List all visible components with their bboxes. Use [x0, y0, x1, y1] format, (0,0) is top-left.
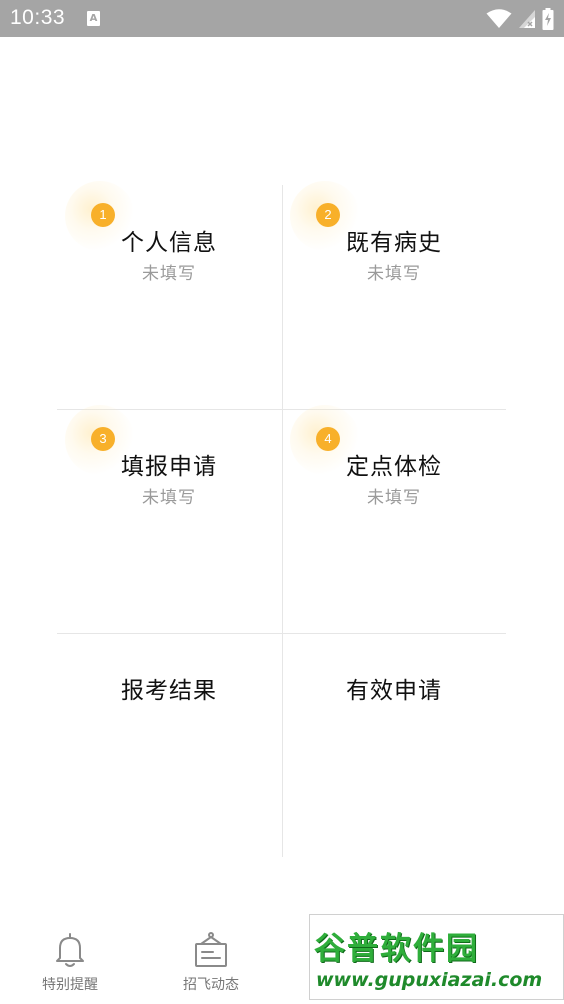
notification-a-icon: A — [87, 11, 100, 26]
menu-item-title: 个人信息 — [121, 230, 217, 256]
menu-item-exam-result[interactable]: 报考结果 — [57, 633, 281, 857]
menu-item-medical-history[interactable]: 2 既有病史 未填写 — [282, 181, 506, 409]
bell-icon — [20, 930, 120, 970]
watermark-url: www.gupuxiazai.com — [316, 969, 543, 991]
menu-item-title: 定点体检 — [346, 454, 442, 480]
nav-item-special-reminder[interactable]: 特别提醒 — [20, 930, 120, 994]
menu-item-status: 未填写 — [142, 488, 196, 508]
watermark-logo: 谷普软件园 www.gupuxiazai.com — [309, 914, 564, 1000]
nav-label: 招飞动态 — [183, 977, 239, 993]
menu-item-title: 有效申请 — [346, 678, 442, 704]
status-icons — [486, 8, 554, 30]
menu-item-title: 既有病史 — [346, 230, 442, 256]
wifi-icon — [486, 9, 512, 29]
status-bar: 10:33 A — [0, 0, 564, 37]
signboard-icon — [161, 930, 261, 970]
nav-label: 特别提醒 — [42, 977, 98, 993]
menu-item-title: 报考结果 — [121, 678, 217, 704]
menu-item-fill-application[interactable]: 3 填报申请 未填写 — [57, 405, 281, 633]
menu-item-status: 未填写 — [142, 264, 196, 284]
battery-charging-icon — [542, 8, 554, 30]
menu-item-valid-application[interactable]: 有效申请 — [282, 633, 506, 857]
watermark-title: 谷普软件园 — [314, 931, 479, 967]
menu-item-status: 未填写 — [367, 488, 421, 508]
menu-item-personal-info[interactable]: 1 个人信息 未填写 — [57, 181, 281, 409]
status-time: 10:33 — [10, 6, 66, 29]
menu-item-status: 未填写 — [367, 264, 421, 284]
menu-item-title: 填报申请 — [121, 454, 217, 480]
menu-item-designated-exam[interactable]: 4 定点体检 未填写 — [282, 405, 506, 633]
signal-icon — [518, 9, 536, 29]
nav-item-recruitment-news[interactable]: 招飞动态 — [161, 930, 261, 994]
menu-grid: 1 个人信息 未填写 2 既有病史 未填写 3 填报申请 未填写 4 定点体检 … — [57, 181, 506, 857]
